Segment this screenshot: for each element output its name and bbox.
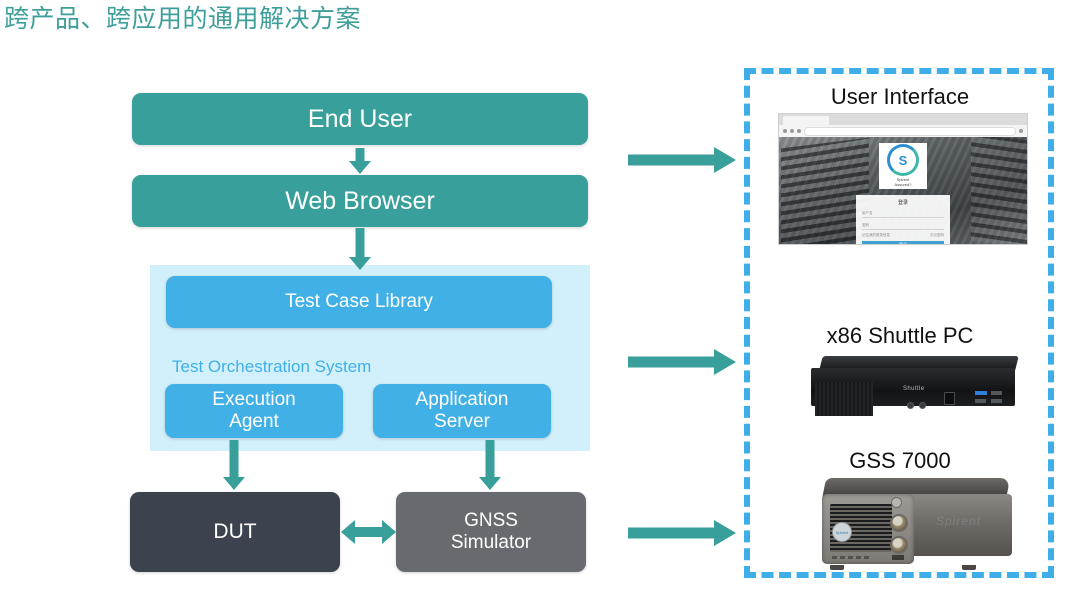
- gss-button-2: [840, 556, 845, 559]
- arrow-end-user-to-web-browser: [348, 148, 372, 174]
- spirent-logo-text-line2: Assured?: [894, 182, 912, 187]
- flow-box-execution-agent[interactable]: Execution Agent: [165, 384, 343, 438]
- flow-box-test-case-library-label: Test Case Library: [285, 291, 433, 313]
- remember-me-checkbox-label[interactable]: 记住我的登录信息: [862, 233, 890, 238]
- shuttle-usb3-port: [975, 391, 987, 395]
- server-rack-background-right: [971, 137, 1027, 244]
- arrow-dut-to-gnss-simulator-bidirectional: [341, 518, 396, 546]
- test-orchestration-system-label: Test Orchestration System: [172, 357, 372, 376]
- gss-foot-right: [962, 565, 976, 570]
- arrow-to-gss-7000: [628, 520, 736, 546]
- flow-box-gnss-simulator[interactable]: GNSS Simulator: [396, 492, 586, 572]
- flow-box-test-case-library[interactable]: Test Case Library: [166, 276, 552, 328]
- flow-box-end-user-label: End User: [307, 104, 413, 133]
- gss-embossed-logo: Spirent: [936, 514, 982, 528]
- gss-button-1: [832, 556, 837, 559]
- flow-box-end-user[interactable]: End User: [132, 93, 588, 145]
- gss-7000-photo: Spirent Spirent: [812, 478, 1020, 570]
- gss-brand-badge: Spirent: [832, 522, 852, 542]
- arrow-web-browser-to-test-case-library: [348, 228, 372, 270]
- shuttle-usb-port-3: [975, 399, 986, 403]
- username-field[interactable]: 用户名: [862, 209, 944, 218]
- deployment-caption-shuttle-pc: x86 Shuttle PC: [826, 323, 974, 348]
- gss-front-panel: Spirent: [822, 494, 914, 564]
- browser-tab-bar: [779, 114, 1027, 125]
- shuttle-usb-port-2: [991, 391, 1002, 395]
- shuttle-mic-jack: [907, 402, 914, 409]
- flow-box-web-browser[interactable]: Web Browser: [132, 175, 588, 227]
- reload-icon[interactable]: [797, 129, 801, 133]
- browser-toolbar: [779, 125, 1027, 137]
- login-submit-button[interactable]: 登录: [862, 241, 944, 244]
- flow-box-application-server-label-line2: Server: [434, 411, 490, 432]
- menu-icon[interactable]: [1019, 129, 1023, 133]
- flow-box-dut[interactable]: DUT: [130, 492, 340, 572]
- gss-button-row: [832, 556, 869, 559]
- browser-tab[interactable]: [783, 116, 829, 125]
- gss-button-3: [848, 556, 853, 559]
- login-options: 记住我的登录信息 忘记密码: [862, 233, 944, 238]
- flow-box-gnss-simulator-label-line2: Simulator: [450, 532, 532, 553]
- browser-viewport: S Spirent Assured? 登录 用户名 密码 记住我的登录信息 忘记…: [779, 137, 1027, 244]
- shuttle-pc-chassis: Shuttle: [811, 368, 1015, 416]
- flow-box-execution-agent-label-line2: Agent: [229, 411, 279, 432]
- flow-box-web-browser-label: Web Browser: [285, 186, 435, 215]
- page-title: 跨产品、跨应用的通用解决方案: [4, 5, 362, 33]
- gss-rf-connector-2: [890, 536, 908, 554]
- flow-box-application-server[interactable]: Application Server: [373, 384, 551, 438]
- shuttle-power-button: [944, 392, 955, 405]
- gss-button-5: [864, 556, 869, 559]
- login-card: 登录 用户名 密码 记住我的登录信息 忘记密码 登录: [856, 195, 950, 244]
- flow-box-dut-label: DUT: [213, 519, 257, 543]
- gss-rf-connector-1: [890, 514, 908, 532]
- arrow-application-server-to-gnss-simulator: [478, 440, 502, 490]
- shuttle-pc-side-vent: [815, 382, 873, 416]
- gss-side-panel: Spirent: [908, 494, 1012, 556]
- flow-box-application-server-label-line1: Application: [415, 389, 509, 411]
- back-icon[interactable]: [783, 129, 787, 133]
- user-interface-screenshot: S Spirent Assured? 登录 用户名 密码 记住我的登录信息 忘记…: [778, 113, 1028, 245]
- spirent-logo-text: Spirent Assured?: [894, 177, 912, 188]
- shuttle-pc-photo: Shuttle: [807, 356, 1027, 416]
- browser-url-bar[interactable]: [804, 126, 1016, 136]
- shuttle-audio-jacks: [907, 402, 926, 409]
- gss-power-indicator: [891, 497, 902, 508]
- arrow-to-shuttle-pc: [628, 349, 736, 375]
- arrow-to-user-interface: [628, 147, 736, 173]
- forward-icon[interactable]: [790, 129, 794, 133]
- flow-box-execution-agent-label-line1: Execution: [212, 389, 296, 411]
- gss-front-usb-port: [892, 555, 904, 560]
- spirent-logo: S Spirent Assured?: [879, 143, 927, 189]
- login-card-title: 登录: [897, 200, 908, 206]
- shuttle-headphone-jack: [919, 402, 926, 409]
- arrow-execution-agent-to-dut: [222, 440, 246, 490]
- gss-foot-left: [830, 565, 844, 570]
- spirent-ring-icon: S: [887, 144, 919, 177]
- deployment-caption-gss-7000: GSS 7000: [849, 448, 951, 473]
- shuttle-brand-label: Shuttle: [903, 386, 925, 392]
- deployment-caption-user-interface: User Interface: [830, 84, 970, 109]
- flow-box-gnss-simulator-label-line1: GNSS: [464, 510, 518, 532]
- password-field[interactable]: 密码: [862, 221, 944, 230]
- shuttle-usb-port-4: [991, 399, 1002, 403]
- gss-button-4: [856, 556, 861, 559]
- forgot-password-link[interactable]: 忘记密码: [930, 233, 944, 238]
